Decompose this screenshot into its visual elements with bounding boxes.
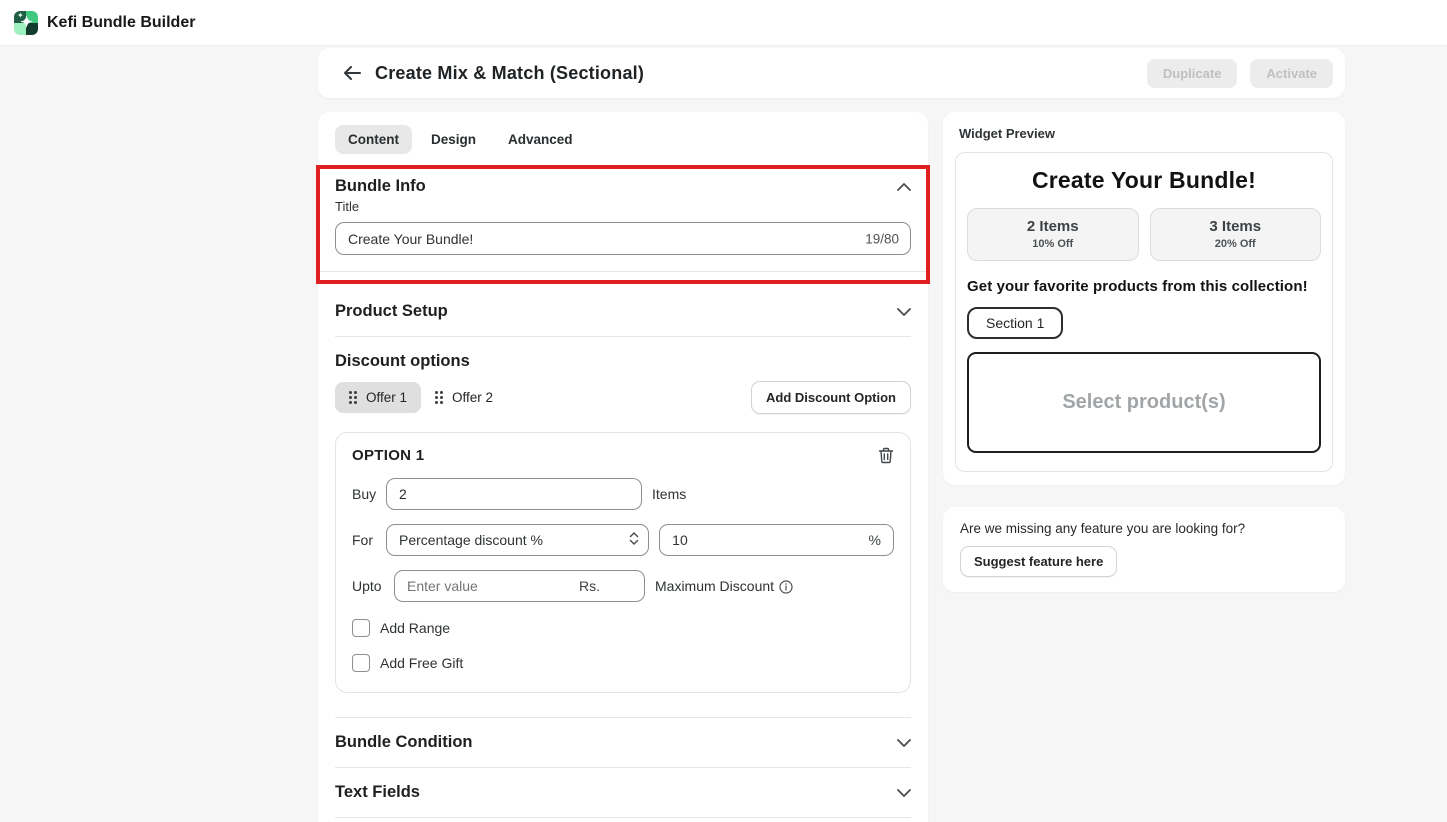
bundle-items-row: 2 Items 10% Off 3 Items 20% Off	[967, 208, 1321, 261]
discount-type-value: Percentage discount %	[399, 532, 543, 548]
add-free-gift-label: Add Free Gift	[380, 655, 463, 671]
app-logo-icon: ✦ ✦	[14, 11, 38, 35]
option-1-panel: OPTION 1 Buy Items For	[335, 432, 911, 693]
select-stepper-icon	[629, 532, 639, 549]
widget-title: Create Your Bundle!	[967, 167, 1321, 194]
section-1-tab[interactable]: Section 1	[967, 307, 1063, 339]
buy-quantity-input[interactable]	[386, 478, 642, 510]
feature-question: Are we missing any feature you are looki…	[960, 521, 1328, 536]
add-discount-option-button[interactable]: Add Discount Option	[751, 381, 911, 414]
plus-icon: ✦	[20, 14, 33, 29]
product-setup-header[interactable]: Product Setup	[335, 284, 911, 337]
item-subtitle: 20% Off	[1151, 238, 1321, 250]
add-range-row[interactable]: Add Range	[352, 619, 894, 637]
rs-suffix: Rs.	[579, 578, 600, 594]
right-column: Widget Preview Create Your Bundle! 2 Ite…	[943, 112, 1345, 592]
widget-preview-box: Create Your Bundle! 2 Items 10% Off 3 It…	[955, 152, 1333, 472]
text-fields-title: Text Fields	[335, 783, 420, 802]
custom-message-header[interactable]: Custom Message	[335, 818, 911, 822]
offer-2-label: Offer 2	[452, 390, 493, 405]
suggest-feature-button[interactable]: Suggest feature here	[960, 546, 1117, 577]
discount-value-input[interactable]	[659, 524, 894, 556]
item-subtitle: 10% Off	[968, 238, 1138, 250]
product-setup-title: Product Setup	[335, 302, 448, 321]
text-fields-header[interactable]: Text Fields	[335, 768, 911, 818]
bundle-info-section-highlight: Bundle Info Title 19/80	[316, 165, 930, 284]
item-title: 2 Items	[968, 218, 1138, 235]
buy-row: Buy Items	[352, 478, 894, 510]
trash-icon	[878, 447, 894, 464]
page-header: Create Mix & Match (Sectional) Duplicate…	[318, 48, 1345, 98]
duplicate-button[interactable]: Duplicate	[1147, 59, 1238, 88]
select-products-box[interactable]: Select product(s)	[967, 352, 1321, 453]
chevron-down-icon[interactable]	[897, 308, 911, 316]
add-range-label: Add Range	[380, 620, 450, 636]
widget-preview-label: Widget Preview	[955, 126, 1333, 141]
title-input-wrap: 19/80	[335, 222, 911, 255]
bundle-option-3-items[interactable]: 3 Items 20% Off	[1150, 208, 1322, 261]
max-discount-label: Maximum Discount	[655, 578, 793, 594]
feature-suggestion-card: Are we missing any feature you are looki…	[943, 507, 1345, 592]
upto-row: Upto Rs. Maximum Discount	[352, 570, 894, 602]
back-button[interactable]	[340, 61, 364, 85]
drag-handle-icon[interactable]	[349, 391, 357, 404]
offer-1-tab[interactable]: Offer 1	[335, 382, 421, 413]
upto-label: Upto	[352, 578, 384, 594]
widget-preview-card: Widget Preview Create Your Bundle! 2 Ite…	[943, 112, 1345, 485]
bundle-title-input[interactable]	[335, 222, 911, 255]
drag-handle-icon[interactable]	[435, 391, 443, 404]
top-bar: ✦ ✦ Kefi Bundle Builder	[0, 0, 1447, 46]
tab-content[interactable]: Content	[335, 125, 412, 154]
bundle-condition-title: Bundle Condition	[335, 733, 472, 752]
items-suffix-label: Items	[652, 486, 686, 502]
activate-button[interactable]: Activate	[1250, 59, 1333, 88]
offer-2-tab[interactable]: Offer 2	[421, 382, 507, 413]
offers-row: Offer 1 Offer 2 Add Discount Option	[335, 381, 911, 414]
discount-options-section: Discount options Offer 1 Offer 2 Add Dis…	[335, 337, 911, 693]
chevron-down-icon[interactable]	[897, 739, 911, 747]
item-title: 3 Items	[1151, 218, 1321, 235]
bundle-condition-header[interactable]: Bundle Condition	[335, 718, 911, 768]
header-actions: Duplicate Activate	[1147, 59, 1333, 88]
page-title: Create Mix & Match (Sectional)	[375, 63, 644, 84]
for-label: For	[352, 532, 376, 548]
option-1-title: OPTION 1	[352, 447, 424, 464]
tab-advanced[interactable]: Advanced	[495, 125, 586, 154]
bundle-info-title: Bundle Info	[335, 177, 426, 196]
delete-option-button[interactable]	[878, 447, 894, 464]
page: ✦ ✦ Kefi Bundle Builder Create Mix & Mat…	[0, 0, 1447, 822]
percent-suffix: %	[869, 532, 881, 548]
bundle-option-2-items[interactable]: 2 Items 10% Off	[967, 208, 1139, 261]
add-range-checkbox[interactable]	[352, 619, 370, 637]
app-title: Kefi Bundle Builder	[47, 14, 195, 32]
select-products-placeholder: Select product(s)	[1062, 391, 1225, 414]
tab-bar: Content Design Advanced	[335, 112, 911, 165]
title-field-label: Title	[335, 199, 911, 214]
info-icon[interactable]	[779, 580, 793, 594]
for-row: For Percentage discount % %	[352, 524, 894, 556]
content-card: Content Design Advanced Bundle Info Titl…	[318, 112, 928, 822]
discount-type-select[interactable]: Percentage discount %	[386, 524, 649, 556]
offer-1-label: Offer 1	[366, 390, 407, 405]
discount-options-title: Discount options	[335, 352, 911, 371]
buy-label: Buy	[352, 486, 376, 502]
char-counter: 19/80	[865, 231, 899, 246]
chevron-down-icon[interactable]	[897, 789, 911, 797]
add-free-gift-row[interactable]: Add Free Gift	[352, 654, 894, 672]
chevron-up-icon[interactable]	[897, 183, 911, 191]
collection-text: Get your favorite products from this col…	[967, 278, 1321, 295]
arrow-left-icon	[344, 66, 361, 80]
add-free-gift-checkbox[interactable]	[352, 654, 370, 672]
bundle-info-header[interactable]: Bundle Info	[335, 177, 911, 196]
tab-design[interactable]: Design	[418, 125, 489, 154]
max-discount-input[interactable]	[394, 570, 645, 602]
